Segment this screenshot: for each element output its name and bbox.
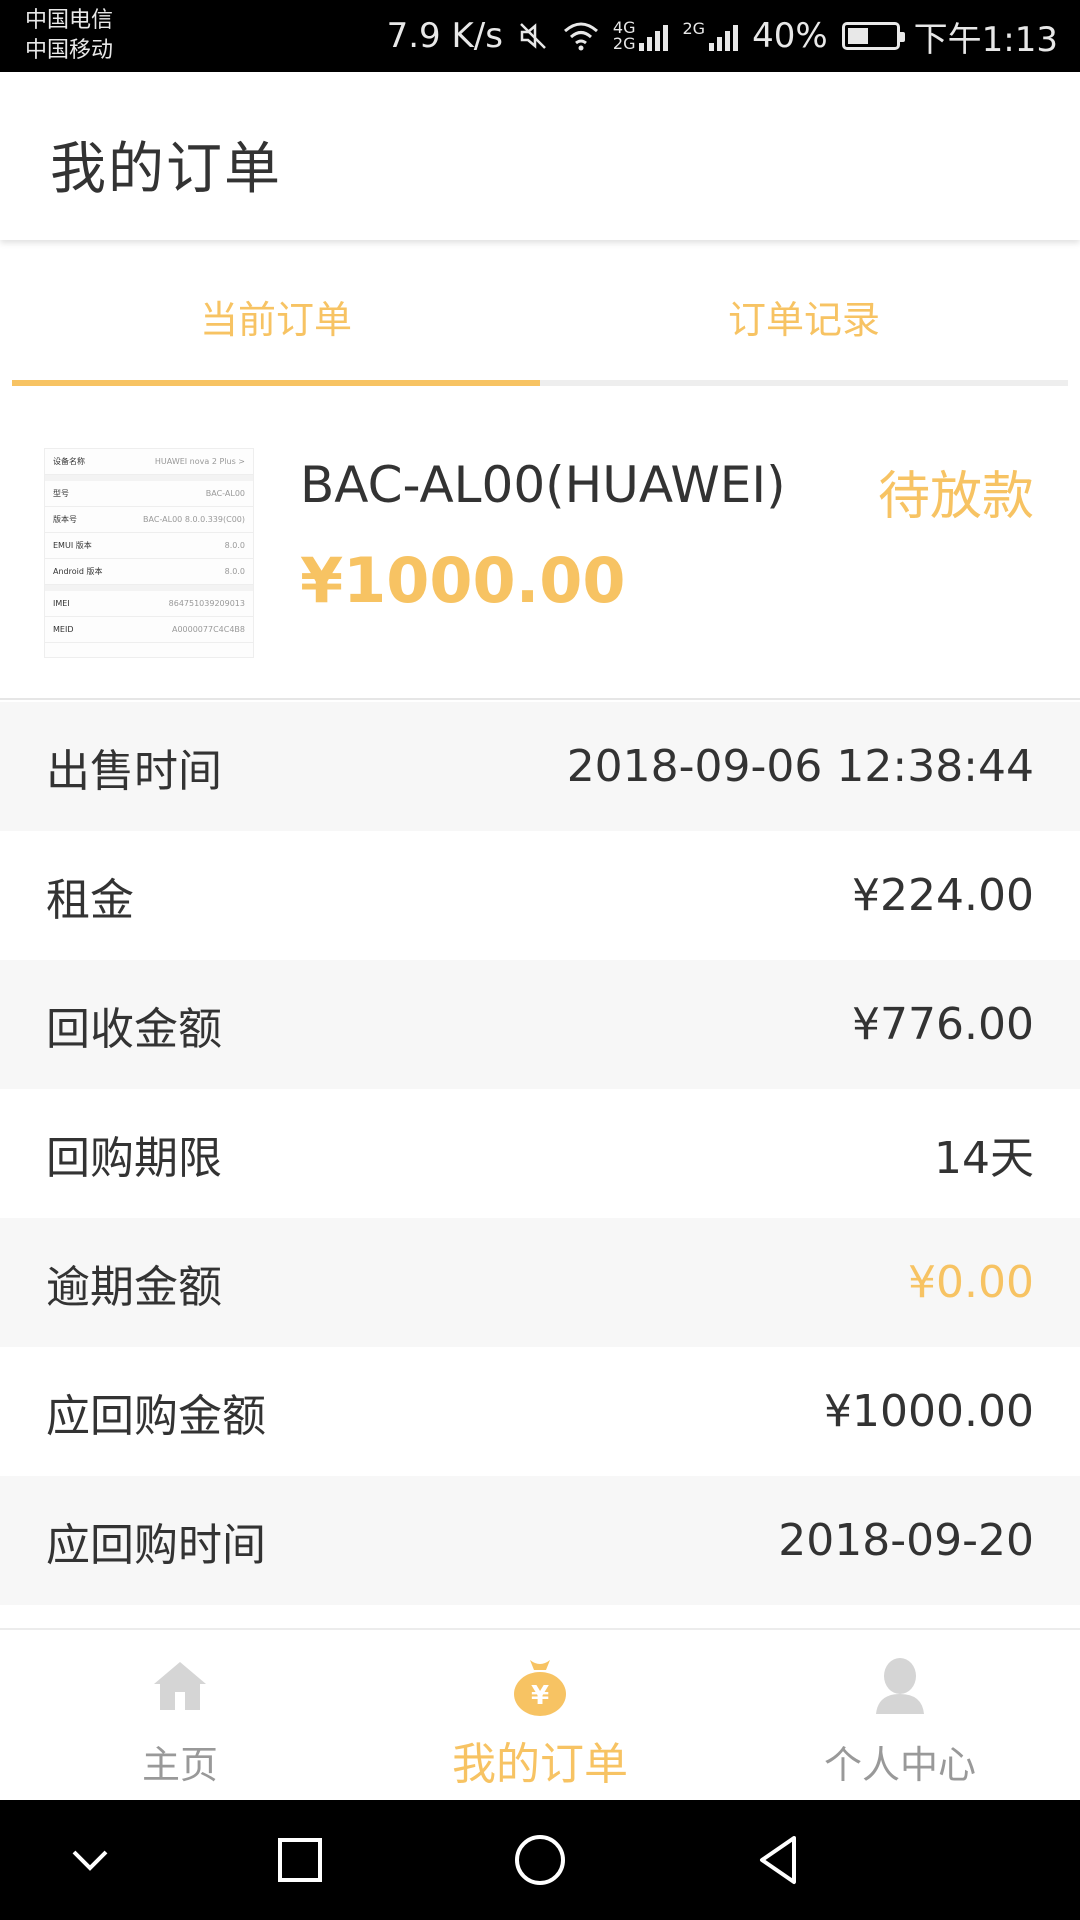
order-details: 出售时间 2018-09-06 12:38:44 租金 ¥224.00 回收金额 ¥776… [0,702,1080,1605]
net-type-1b: 2G [612,34,636,53]
detail-row: 回购期限 14天 [0,1089,1080,1218]
detail-value: 14天 [934,1132,1034,1184]
recent-apps-icon[interactable] [270,1830,330,1890]
thumbnail-value: HUAWEI nova 2 Plus > [154,457,245,466]
system-navigation-bar [0,1800,1080,1920]
thumbnail-row: Android 版本 8.0.0 [45,559,253,585]
status-bar: 中国电信 中国移动 7.9 K/s 4G 2G 2G 40% 下午1:13 [0,0,1080,72]
status-indicators: 7.9 K/s 4G 2G 2G 40% 下午1:13 [387,0,1058,72]
thumbnail-row: IMEI 864751039209013 [45,591,253,617]
thumbnail-row: MEID A0000077C4C4B8 [45,617,253,643]
detail-row: 回收金额 ¥776.00 [0,960,1080,1089]
product-thumbnail: 设备名称 HUAWEI nova 2 Plus > 型号 BAC-AL00 版本号 BAC… [44,448,254,658]
order-card[interactable]: 设备名称 HUAWEI nova 2 Plus > 型号 BAC-AL00 版本号 BAC… [0,396,1080,700]
money-bag-icon: ¥ [514,1660,566,1716]
tab-order-history[interactable]: 订单记录 [540,248,1068,384]
nav-home-label: 主页 [141,1743,218,1787]
detail-row: 租金 ¥224.00 [0,831,1080,960]
nav-my-orders[interactable]: ¥ 我的订单 [360,1630,720,1802]
detail-label: 租金 [46,874,134,926]
home-button-icon[interactable] [510,1830,570,1890]
detail-label: 回购期限 [46,1132,222,1184]
thumbnail-key: 设备名称 [53,457,85,466]
svg-text:¥: ¥ [531,1681,549,1711]
app-header: 我的订单 [0,72,1080,240]
thumbnail-value: A0000077C4C4B8 [171,625,245,634]
battery-icon [841,22,905,50]
detail-row: 出售时间 2018-09-06 12:38:44 [0,702,1080,831]
thumbnail-row: 设备名称 HUAWEI nova 2 Plus > [45,449,253,475]
carrier-1: 中国电信 [25,8,114,33]
signal-2: 2G [682,19,739,51]
detail-value: ¥1000.00 [824,1386,1034,1437]
thumbnail-key: EMUI 版本 [53,541,92,550]
order-status-badge: 待放款 [877,467,1034,527]
signal-1: 4G 2G [613,20,669,52]
thumbnail-value: 864751039209013 [168,599,245,608]
detail-label: 回收金额 [46,1003,222,1055]
thumbnail-key: 版本号 [53,515,77,524]
clock: 下午1:13 [913,19,1058,60]
back-icon[interactable] [750,1830,810,1890]
detail-value: 2018-09-06 12:38:44 [566,741,1034,792]
detail-label: 应回购时间 [46,1519,266,1571]
thumbnail-value: 8.0.0 [224,541,245,550]
user-icon [876,1658,924,1714]
thumbnail-value: 8.0.0 [224,567,245,576]
detail-label: 逾期金额 [46,1261,222,1313]
nav-profile-label: 个人中心 [823,1743,976,1787]
detail-value: ¥224.00 [852,870,1034,921]
carrier-info: 中国电信 中国移动 [25,6,113,66]
carrier-2: 中国移动 [25,38,114,63]
thumbnail-row: EMUI 版本 8.0.0 [45,533,253,559]
detail-row: 应回购金额 ¥1000.00 [0,1347,1080,1476]
thumbnail-value: BAC-AL00 8.0.0.339(C00) [143,515,245,524]
detail-value: ¥0.00 [908,1257,1034,1308]
page-title: 我的订单 [50,137,282,202]
thumbnail-key: 型号 [53,489,69,498]
nav-my-orders-label: 我的订单 [452,1739,628,1790]
product-price: ¥1000.00 [300,544,626,617]
signal-bars-1 [639,21,669,51]
hide-keyboard-icon[interactable] [60,1830,120,1890]
product-name: BAC-AL00(HUAWEI) [300,456,786,514]
nav-profile[interactable]: 个人中心 [720,1630,1080,1802]
thumbnail-value: BAC-AL00 [205,489,245,498]
order-tabs: 当前订单 订单记录 [12,248,1068,388]
home-icon [154,1662,206,1710]
wifi-icon [563,22,598,51]
detail-row: 逾期金额 ¥0.00 [0,1218,1080,1347]
bottom-navigation: 主页 ¥ 我的订单 个人中心 [0,1628,1080,1800]
thumbnail-row: 型号 BAC-AL00 [45,481,253,507]
tab-current-orders[interactable]: 当前订单 [12,248,540,384]
net-type-2: 2G [682,19,706,38]
thumbnail-key: Android 版本 [53,567,103,576]
thumbnail-key: MEID [53,625,74,634]
tab-active-indicator [12,380,540,386]
thumbnail-key: IMEI [53,599,70,608]
detail-label: 出售时间 [46,745,222,797]
nav-home[interactable]: 主页 [0,1630,360,1802]
thumbnail-row: 版本号 BAC-AL00 8.0.0.339(C00) [45,507,253,533]
mute-icon [520,23,546,49]
battery-percent: 40% [752,16,828,56]
net-speed: 7.9 K/s [386,16,503,56]
detail-value: 2018-09-20 [778,1515,1034,1566]
detail-label: 应回购金额 [46,1390,266,1442]
detail-row: 应回购时间 2018-09-20 [0,1476,1080,1605]
detail-value: ¥776.00 [852,999,1034,1050]
signal-bars-2 [709,21,739,51]
